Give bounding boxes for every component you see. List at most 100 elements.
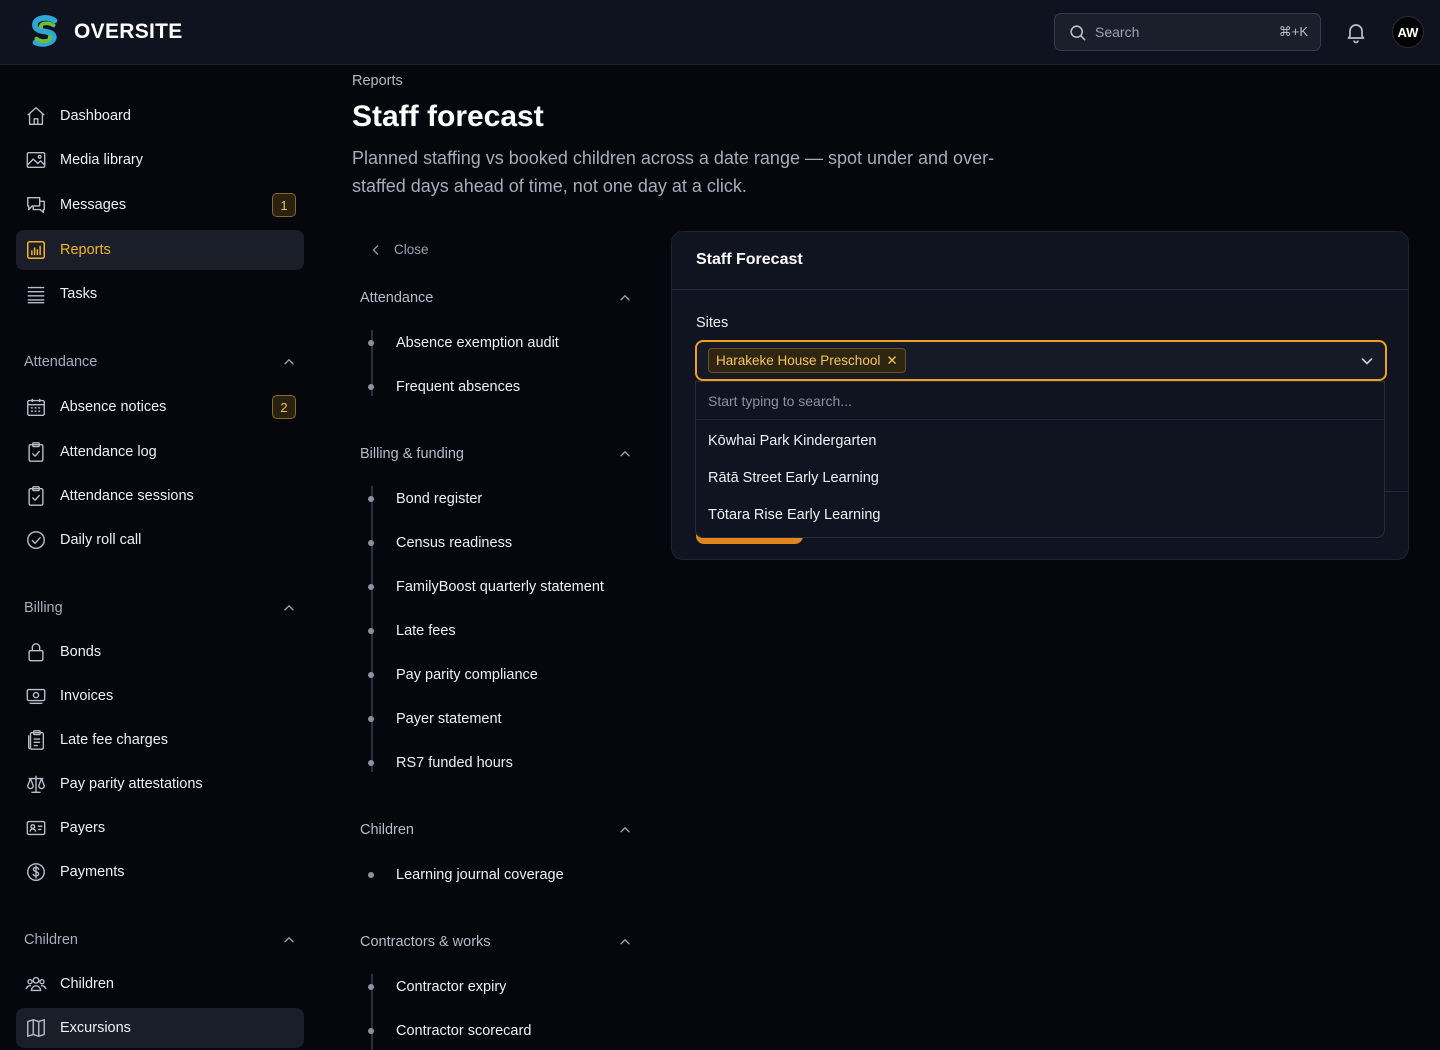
report-group-contractors-works[interactable]: Contractors & works <box>360 932 632 952</box>
report-link[interactable]: Pay parity compliance <box>366 665 538 685</box>
global-search[interactable]: Search ⌘+K <box>1054 13 1321 51</box>
report-link[interactable]: Frequent absences <box>366 377 520 397</box>
breadcrumb[interactable]: Reports <box>352 73 403 89</box>
user-avatar[interactable]: AW <box>1392 16 1424 48</box>
section-title: Billing <box>24 600 63 616</box>
chat-icon <box>24 193 48 217</box>
id-card-icon <box>24 816 48 840</box>
chart-icon <box>24 238 48 262</box>
sidebar-item-label: Daily roll call <box>60 532 142 548</box>
sidebar-item-label: Tasks <box>60 286 98 302</box>
clipboard-list-icon <box>24 728 48 752</box>
report-link-label: Absence exemption audit <box>396 335 559 351</box>
report-group-children[interactable]: Children <box>360 820 632 840</box>
absence-notices-count-badge: 2 <box>272 395 296 419</box>
sidebar-item-attendance-log[interactable]: Attendance log <box>16 432 304 472</box>
dropdown-option[interactable]: Rātā Street Early Learning <box>708 470 879 486</box>
sidebar-item-label: Attendance log <box>60 444 157 460</box>
chevron-up-icon <box>620 938 630 945</box>
sidebar-item-excursions[interactable]: Excursions <box>16 1008 304 1048</box>
sidebar-item-payments[interactable]: Payments <box>16 852 304 892</box>
sidebar-item-bonds[interactable]: Bonds <box>16 632 304 672</box>
sites-multiselect[interactable]: Harakeke House Preschool ✕ <box>695 340 1387 381</box>
oversite-logo-icon <box>32 15 58 47</box>
page-subtitle: Planned staffing vs booked children acro… <box>352 148 995 196</box>
report-link[interactable]: Census readiness <box>366 533 512 553</box>
sidebar-item-children[interactable]: Children <box>16 964 304 1004</box>
sidebar-item-dashboard[interactable]: Dashboard <box>16 96 304 136</box>
sidebar-item-pay-parity-attestations[interactable]: Pay parity attestations <box>16 764 304 804</box>
search-icon <box>1070 24 1086 40</box>
section-title: Attendance <box>24 354 98 370</box>
sidebar-item-label: Reports <box>60 242 111 258</box>
sidebar-item-messages[interactable]: Messages 1 <box>16 185 304 225</box>
map-icon <box>24 1016 48 1040</box>
sidebar-item-tasks[interactable]: Tasks <box>16 274 304 314</box>
report-group-billing-funding[interactable]: Billing & funding <box>360 444 632 464</box>
chevron-down-icon[interactable] <box>1359 353 1375 369</box>
report-link[interactable]: Learning journal coverage <box>366 865 564 885</box>
report-link[interactable]: FamilyBoost quarterly statement <box>366 577 604 597</box>
report-link-label: Learning journal coverage <box>396 867 564 883</box>
chevron-left-icon <box>372 244 379 255</box>
dropdown-option[interactable]: Tōtara Rise Early Learning <box>708 507 880 523</box>
divider <box>672 289 1408 290</box>
list-icon <box>24 282 48 306</box>
tree-dot <box>368 340 374 346</box>
sidebar-item-reports[interactable]: Reports <box>16 230 304 270</box>
top-bar: OVERSITE Search ⌘+K AW <box>0 0 1440 65</box>
sidebar-item-label: Invoices <box>60 688 114 704</box>
sidebar-item-invoices[interactable]: Invoices <box>16 676 304 716</box>
sites-label: Sites <box>696 315 729 331</box>
dropdown-search-input[interactable]: Start typing to search... <box>696 382 1384 420</box>
tree-dot <box>368 716 374 722</box>
search-shortcut: ⌘+K <box>1278 24 1308 39</box>
sidebar-section-attendance[interactable]: Attendance <box>24 352 296 372</box>
report-link[interactable]: Contractor expiry <box>366 977 506 997</box>
tree-dot <box>368 872 374 878</box>
divider <box>1384 491 1408 492</box>
sidebar-item-absence-notices[interactable]: Absence notices 2 <box>16 387 304 427</box>
tree-dot <box>368 984 374 990</box>
sidebar-item-daily-roll-call[interactable]: Daily roll call <box>16 520 304 560</box>
tree-dot <box>368 496 374 502</box>
report-link[interactable]: Contractor scorecard <box>366 1021 531 1041</box>
sidebar-item-media-library[interactable]: Media library <box>16 140 304 180</box>
report-link[interactable]: Payer statement <box>366 709 502 729</box>
report-link[interactable]: Late fees <box>366 621 456 641</box>
sidebar-item-label: Messages <box>60 197 127 213</box>
report-link[interactable]: RS7 funded hours <box>366 753 513 773</box>
close-report-list-button[interactable]: Close <box>370 242 429 257</box>
page-title: Staff forecast <box>352 100 544 133</box>
report-link-label: Late fees <box>396 623 456 639</box>
report-link-label: Payer statement <box>396 711 502 727</box>
logo[interactable]: OVERSITE <box>26 13 183 51</box>
sidebar-item-label: Absence notices <box>60 399 167 415</box>
report-link-label: Pay parity compliance <box>396 667 538 683</box>
section-title: Children <box>24 932 78 948</box>
sidebar: Dashboard Media library Messages 1 Repor… <box>0 65 320 1050</box>
report-link-label: Census readiness <box>396 535 513 551</box>
chevron-up-icon <box>284 604 294 611</box>
sidebar-item-attendance-sessions[interactable]: Attendance sessions <box>16 476 304 516</box>
report-link[interactable]: Bond register <box>366 489 482 509</box>
dropdown-option[interactable]: Kōwhai Park Kindergarten <box>708 433 876 449</box>
bell-icon[interactable] <box>1344 20 1368 44</box>
tree-dot <box>368 760 374 766</box>
sidebar-section-children[interactable]: Children <box>24 930 296 950</box>
selected-site-chip: Harakeke House Preschool ✕ <box>708 348 906 373</box>
sidebar-item-payers[interactable]: Payers <box>16 808 304 848</box>
scale-icon <box>24 772 48 796</box>
close-icon[interactable]: ✕ <box>886 353 897 369</box>
sidebar-section-billing[interactable]: Billing <box>24 598 296 618</box>
report-link-label: Frequent absences <box>396 379 521 395</box>
close-label: Close <box>394 242 429 257</box>
chevron-up-icon <box>620 450 630 457</box>
dollar-circle-icon <box>24 860 48 884</box>
tree-dot <box>368 1028 374 1034</box>
tree-dot <box>368 672 374 678</box>
report-group-attendance[interactable]: Attendance <box>360 288 632 308</box>
report-link[interactable]: Absence exemption audit <box>366 333 559 353</box>
sidebar-item-late-fee-charges[interactable]: Late fee charges <box>16 720 304 760</box>
sites-dropdown: Start typing to search... Kōwhai Park Ki… <box>695 381 1385 538</box>
